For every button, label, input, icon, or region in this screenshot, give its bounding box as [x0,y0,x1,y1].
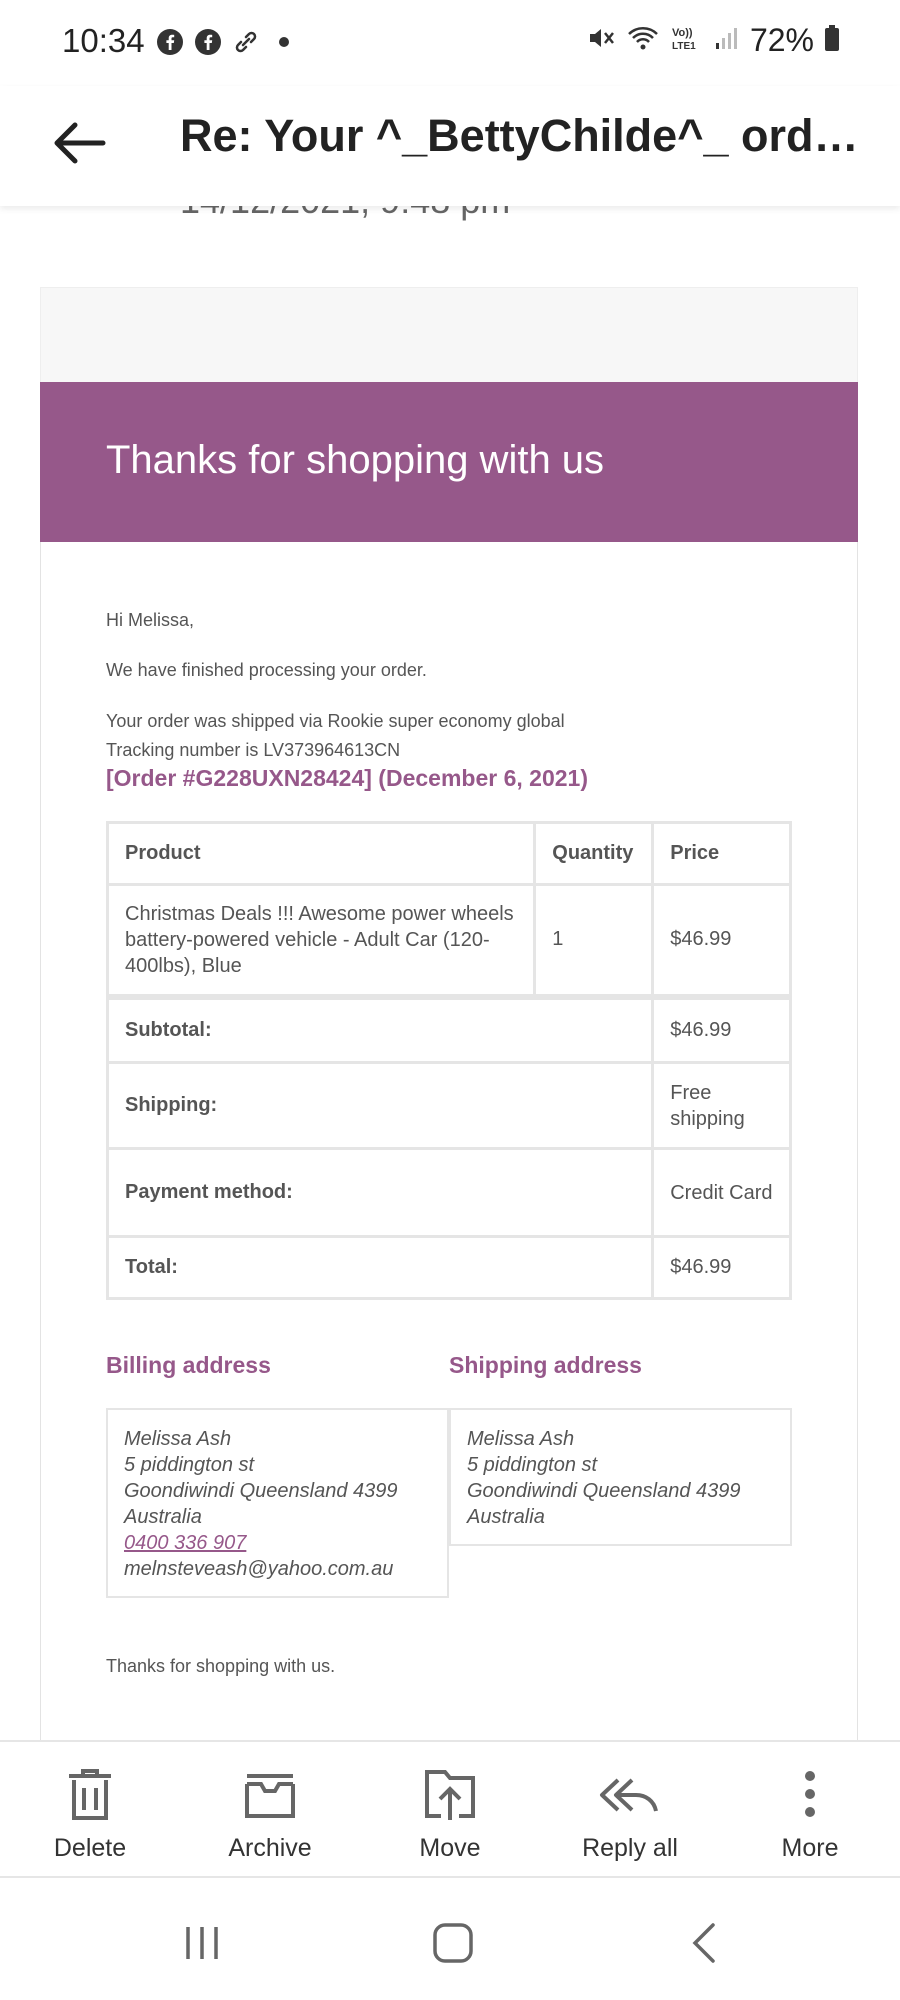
banner-title: Thanks for shopping with us [106,438,605,482]
billing-name: Melissa Ash [124,1428,232,1450]
signal-icon [714,23,740,58]
shipping-label: Shipping: [105,1061,655,1150]
quantity-header: Quantity [533,821,655,886]
wifi-icon [626,23,660,58]
move-folder-icon [425,1770,475,1820]
recent-apps-icon [186,1927,218,1959]
billing-email: melnsteveash@yahoo.com.au [124,1558,394,1580]
home-icon [433,1923,473,1963]
trash-icon [69,1769,111,1820]
svg-text:LTE1: LTE1 [672,41,696,52]
order-table: Product Quantity Price Christmas Deals !… [105,821,792,1300]
billing-street: 5 piddington st [124,1454,255,1476]
shipping-row: Shipping: Free shipping [105,1061,792,1150]
shipping-country: Australia [467,1506,545,1528]
recent-apps-button[interactable] [172,1918,232,1968]
shipping-address: Melissa Ash 5 piddington st Goondiwindi … [449,1408,792,1546]
billing-phone-link[interactable]: 0400 336 907 [124,1532,246,1554]
archive-label: Archive [228,1834,312,1862]
price-header: Price [651,821,792,886]
home-button[interactable] [423,1918,483,1968]
move-button[interactable]: Move [360,1742,540,1880]
subtotal-label: Subtotal: [105,993,655,1064]
facebook-icon [156,28,184,56]
billing-address: Melissa Ash 5 piddington st Goondiwindi … [106,1408,449,1598]
total-label: Total: [105,1235,655,1300]
reply-all-icon [600,1778,658,1812]
dot-icon [270,28,298,56]
payment-row: Payment method: Credit Card [105,1147,792,1238]
back-nav-button[interactable] [674,1918,734,1968]
archive-icon [245,1774,295,1818]
billing-country: Australia [124,1506,202,1528]
shipping-value: Free shipping [651,1061,792,1150]
back-button[interactable] [44,108,114,178]
processed-text: We have finished processing your order. [106,660,427,680]
billing-city: Goondiwindi Queensland 4399 [124,1480,398,1502]
reply-all-label: Reply all [582,1834,678,1862]
link-icon [232,28,260,56]
more-button[interactable]: More [720,1742,900,1880]
shipping-street: 5 piddington st [467,1454,598,1476]
shipping-name: Melissa Ash [467,1428,575,1450]
shipping-city: Goondiwindi Queensland 4399 [467,1480,741,1502]
email-subject: Re: Your ^_BettyChilde^_ order... [180,110,860,161]
shipped-via-text: Your order was shipped via Rookie super … [106,711,565,731]
more-label: More [781,1834,839,1862]
total-row: Total: $46.99 [105,1235,792,1300]
table-row: Christmas Deals !!! Awesome power wheels… [105,883,792,998]
greeting: Hi Melissa, [106,610,195,630]
svg-text:Vo)): Vo)) [672,27,693,39]
tracking-number: Tracking number is LV373964613CN [106,740,401,760]
status-bar: 10:34 Vo)) LTE1 72% [0,0,900,86]
facebook-icon [194,28,222,56]
table-header-row: Product Quantity Price [105,821,792,886]
payment-label: Payment method: [105,1147,655,1238]
email-banner: Thanks for shopping with us [40,382,858,542]
email-action-bar: Delete Archive Move Reply all More [0,1740,900,1878]
system-status-icons: Vo)) LTE1 72% [586,22,840,59]
product-price: $46.99 [651,883,792,998]
move-label: Move [419,1834,481,1862]
volte-icon: Vo)) LTE1 [670,23,704,58]
product-header: Product [105,821,537,886]
mute-icon [586,23,616,58]
archive-button[interactable]: Archive [180,1742,360,1880]
billing-address-title: Billing address [106,1352,271,1378]
order-heading: [Order #G228UXN28424] (December 6, 2021) [106,765,588,791]
system-nav-bar [0,1878,900,2000]
email-header: Re: Your ^_BettyChilde^_ order... [0,86,900,206]
status-time: 10:34 [62,22,145,59]
reply-all-button[interactable]: Reply all [540,1742,720,1880]
battery-percent: 72% [749,22,814,58]
shipping-address-title: Shipping address [449,1352,642,1378]
back-chevron-icon [692,1923,715,1963]
payment-value: Credit Card [651,1147,792,1238]
delete-label: Delete [53,1834,127,1862]
total-value: $46.99 [651,1235,792,1300]
battery-icon [824,24,840,57]
closing-text: Thanks for shopping with us. [106,1656,336,1676]
notification-icons [156,28,298,56]
product-quantity: 1 [533,883,655,998]
delete-button[interactable]: Delete [0,1742,180,1880]
back-arrow-icon [54,122,106,164]
subtotal-value: $46.99 [651,993,792,1064]
more-vertical-icon [805,1771,815,1817]
subtotal-row: Subtotal: $46.99 [105,993,792,1064]
product-name: Christmas Deals !!! Awesome power wheels… [105,883,537,998]
